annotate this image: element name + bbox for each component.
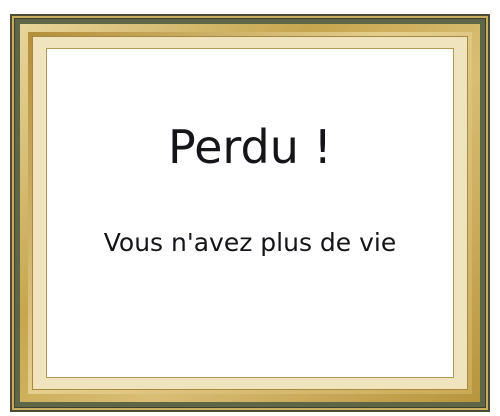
game-over-message: Vous n'avez plus de vie [103,228,397,257]
game-over-title: Perdu ! [168,120,332,174]
picture-frame: Perdu ! Vous n'avez plus de vie [10,14,490,412]
game-over-panel: Perdu ! Vous n'avez plus de vie [46,48,454,378]
